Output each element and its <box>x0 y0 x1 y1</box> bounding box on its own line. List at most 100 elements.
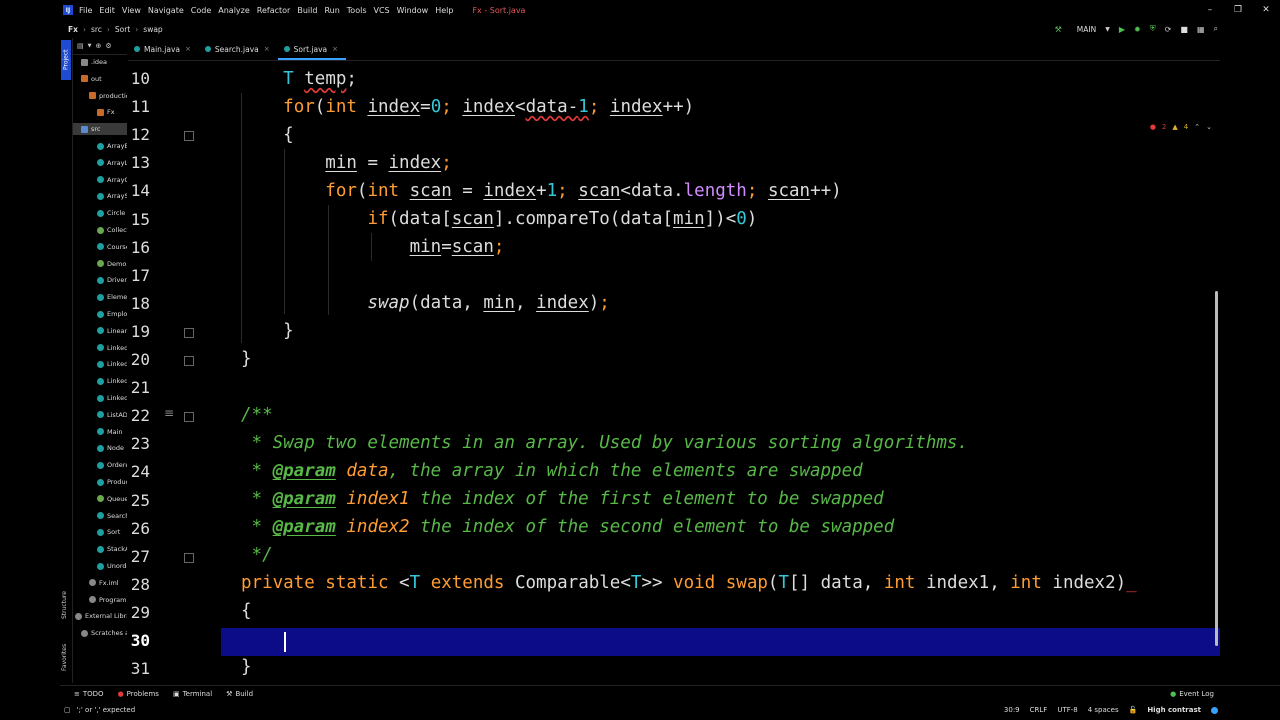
menu-file[interactable]: File <box>79 6 92 15</box>
fold-marker-icon[interactable] <box>184 131 194 142</box>
tree-item[interactable]: .idea <box>73 56 127 68</box>
menu-edit[interactable]: Edit <box>99 6 115 15</box>
tree-item[interactable]: Demo <box>73 258 127 270</box>
run-config-select[interactable]: MAIN <box>1077 25 1096 34</box>
fold-marker-icon[interactable] <box>184 327 194 338</box>
tree-item[interactable]: Fx.iml <box>73 577 127 589</box>
tab-sort-java[interactable]: Sort.java × <box>277 38 347 60</box>
project-tool-tab[interactable]: Project <box>61 40 71 80</box>
chevron-down-icon[interactable]: ▼ <box>1105 26 1110 33</box>
tree-item[interactable]: LinkedBag <box>73 342 127 354</box>
line-separator[interactable]: CRLF <box>1030 706 1048 714</box>
menu-window[interactable]: Window <box>397 6 429 15</box>
menu-code[interactable]: Code <box>191 6 211 15</box>
lock-icon[interactable]: 🔓 <box>1129 706 1138 714</box>
tree-item[interactable]: Driver <box>73 274 127 286</box>
gear-icon[interactable]: ⚙ <box>105 42 111 50</box>
tree-item[interactable]: StackADT <box>73 543 127 555</box>
close-icon[interactable]: × <box>185 45 191 53</box>
breadcrumb-project[interactable]: Fx <box>68 25 78 34</box>
tree-item[interactable]: QueueADT <box>73 493 127 505</box>
minimize-button[interactable]: – <box>1196 5 1224 15</box>
structure-tool-tab[interactable]: Structure <box>61 585 71 625</box>
menu-view[interactable]: View <box>122 6 141 15</box>
fold-marker-icon[interactable] <box>184 356 194 366</box>
menu-tools[interactable]: Tools <box>347 6 367 15</box>
close-icon[interactable]: × <box>332 45 338 53</box>
todo-tool-button[interactable]: ≡ TODO <box>74 690 104 698</box>
event-log-button[interactable]: ● Event Log <box>1170 690 1214 698</box>
tree-item[interactable]: Circle <box>73 207 127 219</box>
tree-item[interactable]: LinkedQueue <box>73 375 127 387</box>
tree-item[interactable]: Element <box>73 291 127 303</box>
panel-options-icon[interactable]: ▤ <box>77 42 84 50</box>
menu-vcs[interactable]: VCS <box>374 6 390 15</box>
editor-scrollbar[interactable] <box>1215 291 1218 646</box>
menu-refactor[interactable]: Refactor <box>257 6 291 15</box>
tree-item[interactable]: Search <box>73 510 127 522</box>
tree-item[interactable]: CollectionIface <box>73 224 127 236</box>
tree-item[interactable]: LinearNode <box>73 325 127 337</box>
close-window-button[interactable]: ✕ <box>1252 5 1280 15</box>
project-structure-icon[interactable]: ▦ <box>1197 25 1205 34</box>
caret-position[interactable]: 30:9 <box>1004 706 1020 714</box>
coverage-icon[interactable]: ⛨ <box>1150 24 1156 34</box>
chevron-down-icon[interactable]: ⌄ <box>1206 123 1212 131</box>
search-icon[interactable]: ⌕ <box>1214 24 1218 34</box>
tab-search-java[interactable]: Search.java × <box>199 38 278 60</box>
menu-analyze[interactable]: Analyze <box>218 6 250 15</box>
stop-icon[interactable]: ■ <box>1180 25 1188 34</box>
breadcrumb-method[interactable]: swap <box>143 25 162 34</box>
menu-build[interactable]: Build <box>297 6 317 15</box>
menu-run[interactable]: Run <box>324 6 339 15</box>
run-icon[interactable]: ▶ <box>1119 25 1125 34</box>
chevron-up-icon[interactable]: ⌃ <box>1194 123 1200 131</box>
inspection-widget[interactable]: ● 2 ▲ 4 ⌃ ⌄ <box>1150 123 1212 131</box>
fold-marker-icon[interactable] <box>184 412 194 423</box>
tree-item[interactable]: External Libraries <box>73 610 127 622</box>
tree-item[interactable]: ArrayStack <box>73 190 127 202</box>
tree-item[interactable]: Course <box>73 241 127 253</box>
tree-item[interactable]: Program <box>73 594 127 606</box>
restore-button[interactable]: ❐ <box>1224 5 1252 15</box>
chevron-down-icon[interactable]: ▼ <box>88 43 92 49</box>
menu-help[interactable]: Help <box>435 6 453 15</box>
tree-item[interactable]: LinkedList <box>73 358 127 370</box>
indent-setting[interactable]: 4 spaces <box>1088 706 1119 714</box>
tree-item[interactable]: UnorderedList <box>73 560 127 572</box>
tree-item[interactable]: production <box>73 90 127 102</box>
breadcrumb-class[interactable]: Sort <box>115 25 130 34</box>
tree-item[interactable]: Main <box>73 426 127 438</box>
locate-icon[interactable]: ⊕ <box>95 42 101 50</box>
tree-item[interactable]: ArrayList <box>73 157 127 169</box>
tree-item[interactable]: Employee <box>73 308 127 320</box>
menu-navigate[interactable]: Navigate <box>148 6 184 15</box>
problems-tool-button[interactable]: ● Problems <box>118 690 159 698</box>
hammer-icon[interactable]: ⚒ <box>1055 25 1062 34</box>
tree-item[interactable]: out <box>73 73 127 85</box>
tree-item[interactable]: src <box>73 123 127 136</box>
theme-label[interactable]: High contrast <box>1147 706 1201 714</box>
terminal-tool-button[interactable]: ▣ Terminal <box>173 690 212 698</box>
tree-item[interactable]: ArrayQueue <box>73 174 127 186</box>
tree-item[interactable]: LinkedStack <box>73 392 127 404</box>
file-encoding[interactable]: UTF-8 <box>1057 706 1077 714</box>
tree-item[interactable]: ListADT <box>73 409 127 421</box>
code-editor[interactable]: 10 11 12 13 14 15 16 17 18 19 20 21 22 23 24 25 26 27 28 29… <box>128 61 1220 683</box>
build-tool-button[interactable]: ⚒ Build <box>226 690 253 698</box>
favorites-tool-tab[interactable]: Favorites <box>61 637 71 677</box>
tree-item[interactable]: Node <box>73 442 127 454</box>
breadcrumb-src[interactable]: src <box>91 25 102 34</box>
fold-marker-icon[interactable] <box>184 552 194 563</box>
tree-item[interactable]: OrderedList <box>73 459 127 471</box>
tree-item[interactable]: Fx <box>73 106 127 118</box>
tab-main-java[interactable]: Main.java × <box>128 38 199 60</box>
tree-item[interactable]: Product <box>73 476 127 488</box>
close-icon[interactable]: × <box>264 45 270 53</box>
tree-item[interactable]: Scratches and Consoles <box>73 627 127 639</box>
tree-item[interactable]: Sort <box>73 526 127 538</box>
debug-icon[interactable]: ✹ <box>1134 25 1141 34</box>
tree-item[interactable]: ArrayBag <box>73 140 127 152</box>
profile-icon[interactable]: ⟳ <box>1165 25 1172 34</box>
doc-render-icon[interactable]: ≡ <box>164 406 174 420</box>
